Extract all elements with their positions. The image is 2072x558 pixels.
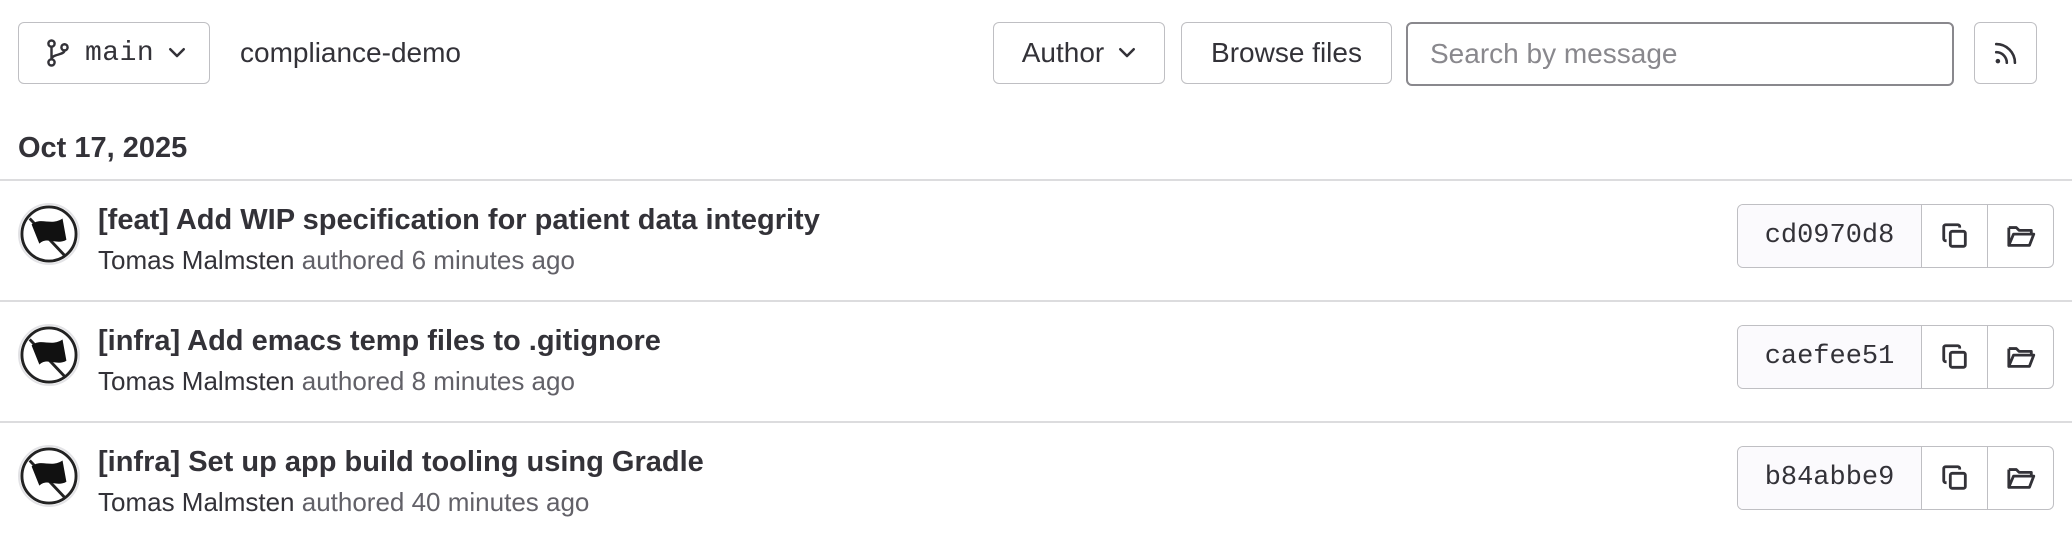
author-filter-button[interactable]: Author: [993, 22, 1165, 84]
browse-files-label: Browse files: [1211, 37, 1362, 68]
chevron-down-icon: [169, 47, 186, 58]
commit-sha[interactable]: b84abbe9: [1738, 447, 1922, 509]
avatar[interactable]: [18, 324, 80, 386]
rss-icon: [1994, 42, 2016, 65]
commit-authored-time: authored 6 minutes ago: [301, 245, 575, 275]
branch-selector-button[interactable]: main: [18, 22, 210, 84]
search-by-message-input[interactable]: [1406, 22, 1954, 86]
commit-sha[interactable]: caefee51: [1738, 326, 1922, 388]
rss-feed-button[interactable]: [1974, 22, 2037, 84]
commits-toolbar: main compliance-demo Author Browse files: [18, 22, 2054, 86]
commit-sha-group: caefee51: [1737, 325, 2054, 389]
commit-meta: Tomas Malmsten authored 8 minutes ago: [98, 366, 575, 397]
project-path[interactable]: compliance-demo: [240, 22, 461, 84]
commit-meta: Tomas Malmsten authored 40 minutes ago: [98, 487, 589, 518]
commit-meta: Tomas Malmsten authored 6 minutes ago: [98, 245, 575, 276]
commit-author-link[interactable]: Tomas Malmsten: [98, 487, 295, 517]
folder-open-icon: [2006, 226, 2035, 247]
branch-name: main: [85, 37, 155, 69]
browse-commit-files-button[interactable]: [1987, 205, 2053, 267]
commits-page: main compliance-demo Author Browse files…: [0, 0, 2072, 558]
folder-open-icon: [2006, 468, 2035, 489]
author-filter-label: Author: [1021, 37, 1105, 68]
copy-sha-button[interactable]: [1922, 447, 1987, 509]
chevron-down-icon: [1119, 47, 1136, 58]
commit-row: [infra] Set up app build tooling using G…: [0, 423, 2072, 541]
commit-row: [feat] Add WIP specification for patient…: [0, 181, 2072, 299]
folder-open-icon: [2006, 347, 2035, 368]
copy-sha-button[interactable]: [1922, 326, 1987, 388]
commit-sha-group: b84abbe9: [1737, 446, 2054, 510]
commit-authored-time: authored 8 minutes ago: [301, 366, 575, 396]
commit-sha[interactable]: cd0970d8: [1738, 205, 1922, 267]
browse-files-button[interactable]: Browse files: [1181, 22, 1392, 84]
commit-title-link[interactable]: [infra] Set up app build tooling using G…: [98, 446, 704, 479]
avatar[interactable]: [18, 445, 80, 507]
branch-icon: [47, 39, 69, 67]
commit-author-link[interactable]: Tomas Malmsten: [98, 366, 295, 396]
commit-authored-time: authored 40 minutes ago: [301, 487, 590, 517]
commit-sha-group: cd0970d8: [1737, 204, 2054, 268]
copy-sha-button[interactable]: [1922, 205, 1987, 267]
flag-avatar-icon: [20, 326, 78, 384]
flag-avatar-icon: [20, 205, 78, 263]
copy-icon: [1941, 223, 1967, 248]
commit-author-link[interactable]: Tomas Malmsten: [98, 245, 295, 275]
copy-icon: [1941, 465, 1967, 490]
copy-icon: [1941, 344, 1967, 369]
commit-date-heading: Oct 17, 2025: [18, 132, 188, 164]
browse-commit-files-button[interactable]: [1987, 447, 2053, 509]
avatar[interactable]: [18, 203, 80, 265]
commit-row: [infra] Add emacs temp files to .gitigno…: [0, 302, 2072, 420]
browse-commit-files-button[interactable]: [1987, 326, 2053, 388]
flag-avatar-icon: [20, 447, 78, 505]
commit-title-link[interactable]: [feat] Add WIP specification for patient…: [98, 204, 820, 237]
commit-title-link[interactable]: [infra] Add emacs temp files to .gitigno…: [98, 325, 661, 358]
